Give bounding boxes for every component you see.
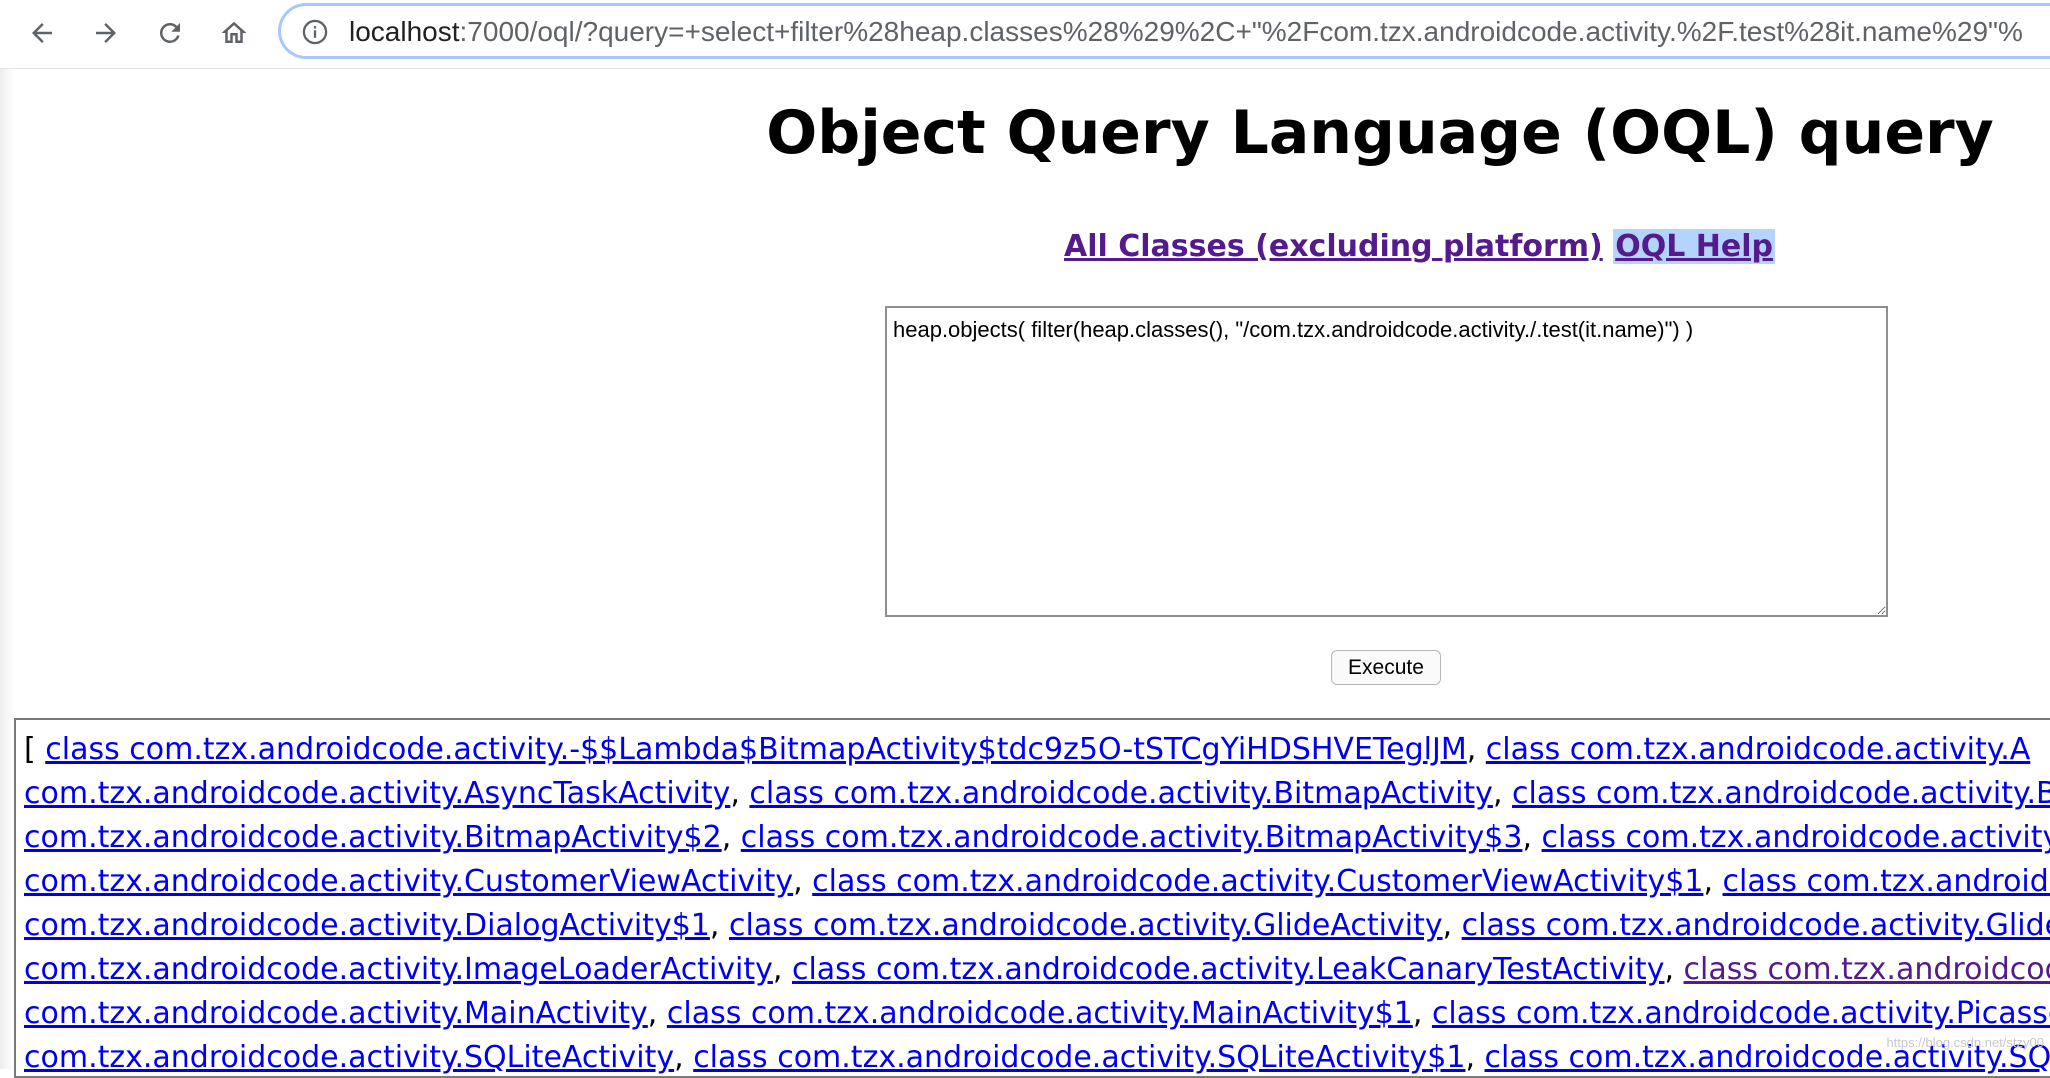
result-line: com.tzx.androidcode.activity.DialogActiv… xyxy=(24,904,2050,948)
result-class-link[interactable]: class com.tzx.androidcode.activity.Bit xyxy=(1512,776,2050,811)
execute-button[interactable]: Execute xyxy=(1331,650,1441,685)
result-class-link[interactable]: com.tzx.androidcode.activity.BitmapActiv… xyxy=(24,820,722,855)
result-class-link[interactable]: com.tzx.androidcode.activity.DialogActiv… xyxy=(24,908,710,943)
result-line: [ class com.tzx.androidcode.activity.-$$… xyxy=(24,728,2050,772)
page-title: Object Query Language (OQL) query xyxy=(0,92,2050,174)
result-class-link[interactable]: class com.tzx.androidcode.activity.Bitma… xyxy=(741,820,1523,855)
watermark: https://blog.csdn.net/stzy00 xyxy=(1886,1035,2044,1050)
result-class-link[interactable]: com.tzx.androidcode.activity.AsyncTaskAc… xyxy=(24,776,730,811)
result-separator: , xyxy=(710,908,729,943)
result-class-link[interactable]: class com.tzx.androidcode.activity.Bitma… xyxy=(749,776,1493,811)
page-nav-links: All Classes (excluding platform) OQL Hel… xyxy=(1064,226,1775,268)
result-class-link[interactable]: class com.tzx.androidcode.activity.LeakC… xyxy=(792,952,1664,987)
result-class-link[interactable]: class com.tzx.androidcode.activity.-$$La… xyxy=(45,732,1466,767)
result-separator: , xyxy=(648,996,667,1031)
result-separator: , xyxy=(1493,776,1512,811)
result-separator: , xyxy=(1664,952,1683,987)
result-line: com.tzx.androidcode.activity.MainActivit… xyxy=(24,992,2050,1036)
result-line: com.tzx.androidcode.activity.BitmapActiv… xyxy=(24,816,2050,860)
result-class-link[interactable]: class com.tzx.androidcode.activity.Glide… xyxy=(729,908,1443,943)
query-results: [ class com.tzx.androidcode.activity.-$$… xyxy=(14,718,2050,1078)
result-separator: , xyxy=(773,952,792,987)
oql-query-input[interactable]: heap.objects( filter(heap.classes(), "/c… xyxy=(885,306,1888,617)
result-class-link[interactable]: class com.tzx.androidcode.activity.Custo… xyxy=(812,864,1703,899)
result-class-link[interactable]: class com.tzx.androidcode.activity.Picas… xyxy=(1432,996,2050,1031)
result-separator: , xyxy=(1467,732,1486,767)
result-separator: , xyxy=(1522,820,1541,855)
result-line: com.tzx.androidcode.activity.SQLiteActiv… xyxy=(24,1036,2050,1078)
url-text[interactable]: localhost:7000/oql/?query=+select+filter… xyxy=(349,16,2023,48)
result-class-link[interactable]: class com.tzx.androidcod xyxy=(1723,864,2050,899)
url-path: :7000/oql/?query=+select+filter%28heap.c… xyxy=(460,16,2023,47)
result-separator: , xyxy=(1443,908,1462,943)
forward-button[interactable] xyxy=(84,11,128,55)
url-host: localhost xyxy=(349,16,460,47)
result-separator: , xyxy=(730,776,749,811)
result-separator: , xyxy=(793,864,812,899)
result-class-link[interactable]: class com.tzx.androidcode xyxy=(1684,952,2050,987)
browser-toolbar: localhost:7000/oql/?query=+select+filter… xyxy=(0,0,2050,69)
oql-help-link[interactable]: OQL Help xyxy=(1613,229,1775,264)
home-icon xyxy=(219,18,249,48)
result-class-link[interactable]: com.tzx.androidcode.activity.CustomerVie… xyxy=(24,864,793,899)
result-class-link[interactable]: com.tzx.androidcode.activity.SQLiteActiv… xyxy=(24,1040,674,1075)
page-edge-shadow xyxy=(0,69,14,1069)
result-separator: , xyxy=(1703,864,1722,899)
result-class-link[interactable]: com.tzx.androidcode.activity.MainActivit… xyxy=(24,996,648,1031)
result-class-link[interactable]: class com.tzx.androidcode.activity.B xyxy=(1542,820,2050,855)
result-class-link[interactable]: class com.tzx.androidcode.activity.SQLit… xyxy=(693,1040,1465,1075)
reload-icon xyxy=(155,18,185,48)
result-class-link[interactable]: com.tzx.androidcode.activity.ImageLoader… xyxy=(24,952,773,987)
back-arrow-icon xyxy=(27,18,57,48)
open-bracket: [ xyxy=(24,732,45,767)
back-button[interactable] xyxy=(20,11,64,55)
home-button[interactable] xyxy=(212,11,256,55)
result-class-link[interactable]: class com.tzx.androidcode.activity.A xyxy=(1486,732,2031,767)
result-class-link[interactable]: class com.tzx.androidcode.activity.MainA… xyxy=(667,996,1413,1031)
result-line: com.tzx.androidcode.activity.CustomerVie… xyxy=(24,860,2050,904)
result-separator: , xyxy=(722,820,741,855)
reload-button[interactable] xyxy=(148,11,192,55)
result-separator: , xyxy=(1465,1040,1484,1075)
result-line: com.tzx.androidcode.activity.ImageLoader… xyxy=(24,948,2050,992)
info-icon[interactable] xyxy=(301,18,329,46)
result-line: com.tzx.androidcode.activity.AsyncTaskAc… xyxy=(24,772,2050,816)
address-bar[interactable]: localhost:7000/oql/?query=+select+filter… xyxy=(278,3,2050,59)
forward-arrow-icon xyxy=(91,18,121,48)
result-separator: , xyxy=(1413,996,1432,1031)
result-class-link[interactable]: class com.tzx.androidcode.activity.Glide… xyxy=(1462,908,2050,943)
result-separator: , xyxy=(674,1040,693,1075)
all-classes-link[interactable]: All Classes (excluding platform) xyxy=(1064,229,1603,264)
